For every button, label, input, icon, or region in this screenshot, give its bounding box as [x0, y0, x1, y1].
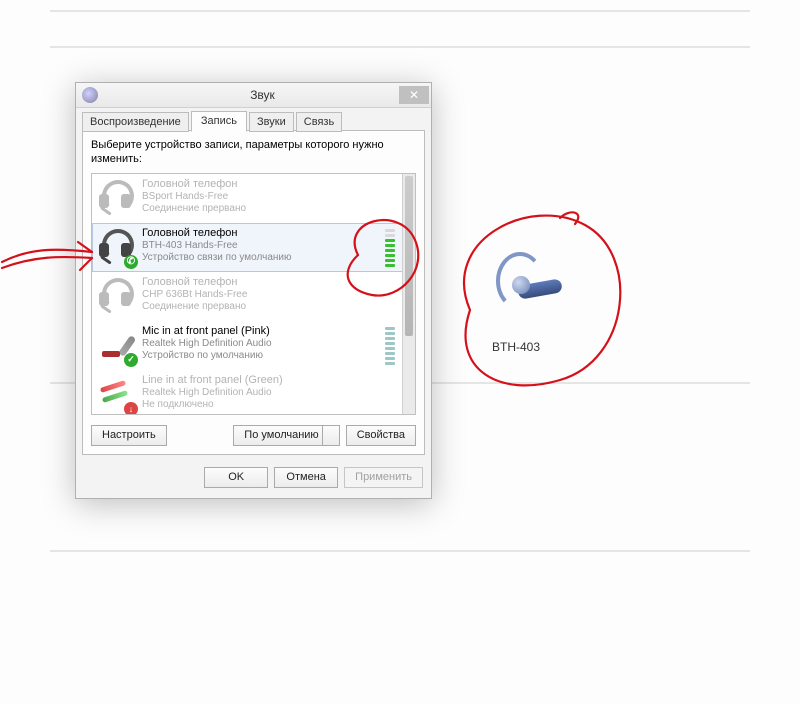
device-name: Головной телефон	[142, 276, 399, 289]
titlebar[interactable]: Звук ✕	[76, 83, 431, 108]
device-sub: BTH-403 Hands-Free	[142, 240, 385, 252]
phone-badge-icon: ✆	[124, 255, 138, 269]
sound-dialog: Звук ✕ Воспроизведение Запись Звуки Связ…	[75, 82, 432, 499]
headset-icon	[99, 180, 131, 214]
check-badge-icon: ✓	[124, 353, 138, 367]
tab-sounds[interactable]: Звуки	[249, 112, 294, 132]
device-row[interactable]: Головной телефон CHP 636Bt Hands-Free Со…	[92, 272, 403, 321]
bluetooth-headset-image	[488, 250, 568, 330]
set-default-label: По умолчанию	[244, 429, 318, 441]
headset-icon	[99, 278, 131, 312]
device-name: Головной телефон	[142, 227, 385, 240]
device-row[interactable]: ✓ Mic in at front panel (Pink) Realtek H…	[92, 321, 403, 370]
device-sub: Realtek High Definition Audio	[142, 387, 399, 399]
cancel-button[interactable]: Отмена	[274, 467, 338, 488]
device-row[interactable]: Головной телефон BSport Hands-Free Соеди…	[92, 174, 403, 223]
sound-sys-icon	[82, 87, 98, 103]
tab-panel-recording: Выберите устройство записи, параметры ко…	[82, 130, 425, 455]
scrollbar-thumb[interactable]	[405, 176, 413, 336]
device-row[interactable]: ↓ Line in at front panel (Green) Realtek…	[92, 370, 403, 415]
device-status: Не подключено	[142, 399, 399, 411]
window-title: Звук	[126, 88, 399, 102]
level-meter	[385, 229, 395, 267]
device-name: Mic in at front panel (Pink)	[142, 325, 385, 338]
close-button[interactable]: ✕	[399, 86, 429, 104]
set-default-button[interactable]: По умолчанию	[233, 425, 339, 446]
device-list: Головной телефон BSport Hands-Free Соеди…	[91, 173, 416, 415]
ok-button[interactable]: OK	[204, 467, 268, 488]
tab-recording[interactable]: Запись	[191, 111, 247, 132]
configure-button[interactable]: Настроить	[91, 425, 167, 446]
device-sub: CHP 636Bt Hands-Free	[142, 289, 399, 301]
level-meter	[385, 327, 395, 365]
bluetooth-device-caption: BTH-403	[492, 340, 540, 354]
properties-button[interactable]: Свойства	[346, 425, 416, 446]
device-status: Соединение прервано	[142, 203, 399, 215]
device-name: Головной телефон	[142, 178, 399, 191]
device-sub: Realtek High Definition Audio	[142, 338, 385, 350]
scrollbar[interactable]	[402, 174, 415, 414]
close-icon: ✕	[409, 89, 419, 101]
device-sub: BSport Hands-Free	[142, 191, 399, 203]
tab-comm[interactable]: Связь	[296, 112, 342, 132]
instruction-text: Выберите устройство записи, параметры ко…	[91, 139, 416, 167]
tab-strip: Воспроизведение Запись Звуки Связь	[82, 111, 425, 131]
apply-button[interactable]: Применить	[344, 467, 423, 488]
device-status: Устройство по умолчанию	[142, 350, 385, 362]
disabled-badge-icon: ↓	[124, 402, 138, 415]
device-name: Line in at front panel (Green)	[142, 374, 399, 387]
chevron-down-icon	[326, 434, 334, 442]
device-row[interactable]: ✆ Головной телефон BTH-403 Hands-Free Ус…	[92, 223, 403, 272]
device-status: Устройство связи по умолчанию	[142, 252, 385, 264]
tab-playback[interactable]: Воспроизведение	[82, 112, 189, 132]
device-status: Соединение прервано	[142, 301, 399, 313]
